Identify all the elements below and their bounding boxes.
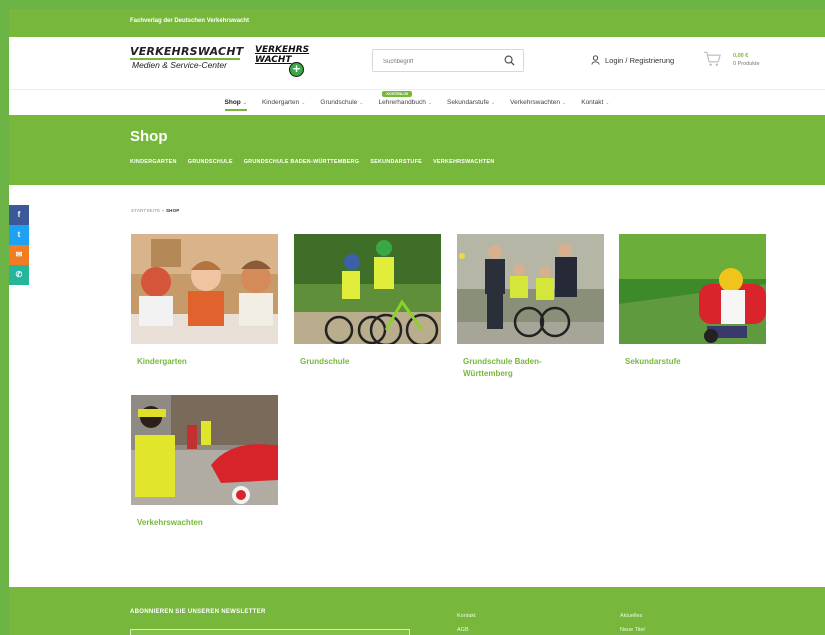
category-link-verkehrswachten[interactable]: VERKEHRSWACHTEN (433, 159, 494, 165)
top-bar: Fachverlag der Deutschen Verkehrswacht (9, 9, 825, 37)
nav-label: Shop (224, 99, 241, 106)
shop-hero-banner: Shop KINDERGARTEN GRUNDSCHULE GRUNDSCHUL… (9, 115, 825, 185)
chevron-down-icon: ⌄ (427, 100, 433, 106)
nav-item-kindergarten[interactable]: Kindergarten ⌄ (262, 99, 305, 115)
category-name[interactable]: Grundschule (294, 356, 414, 368)
category-link-grundschule[interactable]: GRUNDSCHULE (188, 159, 233, 165)
plus-icon: + (289, 62, 304, 77)
breadcrumb-current: SHOP (165, 208, 180, 213)
category-card-verkehrswachten[interactable]: Verkehrswachten (131, 395, 278, 529)
search-input[interactable] (373, 51, 493, 73)
login-label: Login / Registrierung (605, 56, 675, 65)
chevron-down-icon: ⌄ (242, 100, 247, 106)
nav-item-lehrerhandbuch[interactable]: KOSTENLOS Lehrerhandbuch ⌄ (378, 91, 433, 115)
category-name[interactable]: Sekundarstufe (619, 356, 739, 368)
email-icon[interactable]: ✉ (9, 245, 29, 265)
footer-col-title: Kontakt (457, 613, 476, 619)
chevron-down-icon: ⌄ (490, 100, 496, 106)
category-card-sekundarstufe[interactable]: Sekundarstufe (619, 234, 766, 368)
verkehrswacht-plus-logo[interactable]: VERKEHRS WACHT + (255, 45, 311, 79)
category-links: KINDERGARTEN GRUNDSCHULE GRUNDSCHULE BAD… (130, 159, 494, 165)
site-header: VERKEHRSWACHT Medien & Service-Center VE… (9, 37, 825, 89)
cart-price: 0,00 € (733, 53, 749, 59)
nav-item-sekundarstufe[interactable]: Sekundarstufe ⌄ (447, 99, 495, 115)
newsletter-email-input[interactable] (130, 629, 410, 635)
facebook-icon[interactable]: f (9, 205, 29, 225)
kindergarten-image[interactable] (131, 234, 278, 344)
nav-label: Kindergarten (261, 99, 300, 106)
cart-summary[interactable]: 0,00 € 0 Produkte (733, 52, 760, 68)
search-box (372, 49, 524, 73)
nav-item-shop[interactable]: Shop ⌄ (224, 99, 247, 111)
nav-item-kontakt[interactable]: Kontakt ⌄ (581, 99, 609, 115)
chevron-down-icon: ⌄ (562, 100, 567, 106)
verkehrswacht-medien-logo[interactable]: VERKEHRSWACHT Medien & Service-Center (130, 45, 244, 77)
page: Fachverlag der Deutschen Verkehrswacht V… (9, 9, 825, 635)
page-title: Shop (130, 128, 168, 145)
nav-label: Kontakt (581, 99, 604, 106)
verkehrswachten-image[interactable] (131, 395, 278, 505)
category-card-grundschule[interactable]: Grundschule (294, 234, 441, 368)
footer-link-neue-titel[interactable]: Neue Titel (620, 623, 645, 635)
user-icon (591, 55, 600, 65)
cart-count: 0 Produkte (733, 61, 760, 67)
category-name[interactable]: Verkehrswachten (131, 517, 251, 529)
logo-title: VERKEHRSWACHT (130, 45, 244, 60)
main-nav: Shop ⌄ Kindergarten ⌄ Grundschule ⌄ KOSTENL… (9, 89, 825, 115)
grundschule-bw-image[interactable] (457, 234, 604, 344)
nav-item-grundschule[interactable]: Grundschule ⌄ (320, 99, 363, 115)
nav-label: Sekundarstufe (447, 99, 489, 106)
breadcrumb-separator: » (161, 208, 165, 213)
nav-item-verkehrswachten[interactable]: Verkehrswachten ⌄ (510, 99, 566, 115)
breadcrumb: STARTSEITE » SHOP (131, 208, 180, 213)
category-card-kindergarten[interactable]: Kindergarten (131, 234, 278, 368)
category-link-kindergarten[interactable]: KINDERGARTEN (130, 159, 177, 165)
search-icon[interactable] (504, 55, 515, 66)
footer-column-aktuelles: Aktuelles Neue Titel (620, 609, 645, 635)
breadcrumb-home[interactable]: STARTSEITE (131, 208, 160, 213)
logo2-line2: WACHT (255, 55, 292, 65)
chevron-down-icon: ⌄ (301, 100, 306, 106)
top-bar-text: Fachverlag der Deutschen Verkehrswacht (130, 18, 250, 24)
whatsapp-icon[interactable]: ✆ (9, 265, 29, 285)
category-link-sekundarstufe[interactable]: SEKUNDARSTUFE (370, 159, 422, 165)
category-link-grundschule-bw[interactable]: GRUNDSCHULE BADEN-WÜRTTEMBERG (244, 159, 360, 165)
nav-label: Lehrerhandbuch (378, 99, 426, 106)
chevron-down-icon: ⌄ (359, 100, 364, 106)
grundschule-image[interactable] (294, 234, 441, 347)
footer-link-agb[interactable]: AGB (457, 623, 476, 635)
newsletter-heading: ABONNIEREN SIE UNSEREN NEWSLETTER (130, 609, 266, 615)
site-footer: ABONNIEREN SIE UNSEREN NEWSLETTER Kontak… (9, 587, 825, 635)
footer-col-title: Aktuelles (620, 613, 643, 619)
twitter-icon[interactable]: t (9, 225, 29, 245)
chevron-down-icon: ⌄ (605, 100, 610, 106)
category-name[interactable]: Kindergarten (131, 356, 251, 368)
nav-label: Grundschule (320, 99, 358, 106)
category-name[interactable]: Grundschule Baden-Württemberg (457, 356, 577, 380)
logo-subtitle: Medien & Service-Center (132, 60, 227, 70)
free-badge: KOSTENLOS (382, 91, 413, 97)
nav-label: Verkehrswachten (510, 99, 561, 106)
category-card-grundschule-bw[interactable]: Grundschule Baden-Württemberg (457, 234, 604, 380)
login-link[interactable]: Login / Registrierung (591, 55, 675, 65)
logo2-line1: VERKEHRS (255, 45, 310, 55)
footer-column-kontakt: Kontakt AGB (457, 609, 476, 635)
sekundarstufe-image[interactable] (619, 234, 766, 344)
cart-icon[interactable] (703, 50, 722, 68)
social-share-bar: f t ✉ ✆ (9, 205, 29, 285)
